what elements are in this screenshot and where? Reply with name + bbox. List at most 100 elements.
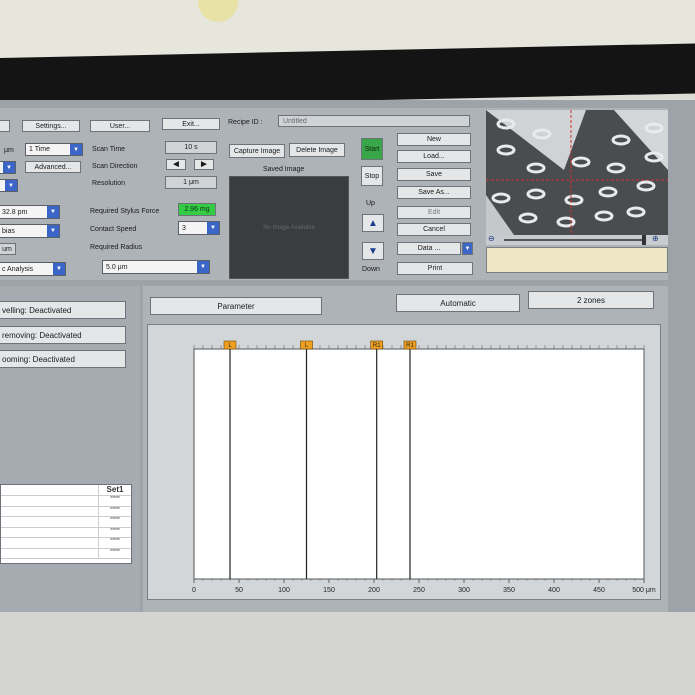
scan-direction-label: Scan Direction xyxy=(92,163,138,170)
chevron-down-icon[interactable]: ▼ xyxy=(47,225,59,237)
load-button[interactable]: Load... xyxy=(397,150,471,163)
data-chevron-down-icon[interactable]: ▼ xyxy=(462,242,473,255)
chevron-down-icon[interactable]: ▼ xyxy=(207,222,219,234)
save-as-button[interactable]: Save As... xyxy=(397,186,471,199)
chevron-down-icon[interactable]: ▼ xyxy=(53,263,65,275)
scan-times-dropdown[interactable]: 1 Time ▼ xyxy=(25,143,83,156)
scan-time-field[interactable]: 10 s xyxy=(165,141,217,154)
analysis-dropdown[interactable]: c Analysis ▼ xyxy=(0,262,66,276)
advanced-button[interactable]: Advanced... xyxy=(25,161,81,173)
partial-dropdown-2[interactable]: ▼ xyxy=(0,179,18,192)
resolution-field[interactable]: 1 μm xyxy=(165,176,217,189)
radius-dropdown[interactable]: 5.0 μm ▼ xyxy=(102,260,210,274)
chevron-down-icon[interactable]: ▼ xyxy=(47,206,59,218)
marker-label: R1 xyxy=(373,343,381,349)
plot-area xyxy=(193,348,645,580)
range-dropdown[interactable]: 32.8 pm ▼ xyxy=(0,205,60,219)
table-cell: ***** xyxy=(110,496,120,502)
monitor-frame-bottom xyxy=(0,612,695,695)
required-force-label: Required Stylus Force xyxy=(90,208,160,215)
profile-chart-frame: 0 50 100 150 200 250 300 350 400 450 500 μm L L R1 R1 xyxy=(147,324,661,600)
x-tick-label: 100 xyxy=(278,587,290,594)
capture-image-button[interactable]: Capture Image xyxy=(229,144,285,158)
levelling-button[interactable]: velling: Deactivated xyxy=(0,301,126,319)
resolution-label: Resolution xyxy=(92,180,126,187)
table-row[interactable]: ***** xyxy=(1,506,131,517)
zoom-track[interactable] xyxy=(504,239,644,241)
contact-speed-value: 3 xyxy=(182,224,186,232)
down-label: Down xyxy=(362,266,380,273)
zoom-in-icon[interactable]: ⊕ xyxy=(652,234,659,243)
zoom-thumb[interactable] xyxy=(642,235,646,245)
analysis-value: c Analysis xyxy=(2,265,34,273)
print-button[interactable]: Print xyxy=(397,262,473,275)
table-row[interactable]: ***** xyxy=(1,538,131,549)
arrow-right-icon[interactable]: ► xyxy=(194,159,214,170)
delete-image-button[interactable]: Delete Image xyxy=(289,143,345,157)
zoom-out-icon[interactable]: ⊖ xyxy=(488,234,495,243)
table-cell: ***** xyxy=(110,527,120,534)
up-arrow-icon[interactable]: ▲ xyxy=(362,214,384,232)
zoom-slider[interactable]: ⊖ ⊕ xyxy=(486,234,668,245)
required-radius-label: Required Radius xyxy=(90,244,143,251)
marker-label: R1 xyxy=(406,343,414,349)
unit-label: μm xyxy=(4,147,14,154)
saved-image-area: No Image Available xyxy=(229,176,349,279)
chevron-down-icon[interactable]: ▼ xyxy=(3,162,15,173)
table-cell: ***** xyxy=(110,548,120,555)
chevron-down-icon[interactable]: ▼ xyxy=(5,180,17,191)
removing-button[interactable]: removing: Deactivated xyxy=(0,326,126,344)
table-row[interactable]: ***** xyxy=(1,548,131,559)
results-table: Set1 ***** ***** ***** ***** ***** ***** xyxy=(0,484,132,564)
profile-value: bias xyxy=(2,227,15,235)
data-button[interactable]: Data ... xyxy=(397,242,461,255)
scan-times-value: 1 Time xyxy=(29,146,51,153)
cancel-button[interactable]: Cancel xyxy=(397,223,471,236)
table-cell: ***** xyxy=(110,538,120,544)
contact-speed-label: Contact Speed xyxy=(90,226,137,233)
x-tick-label: 450 xyxy=(593,587,605,594)
range-value: 32.8 pm xyxy=(2,208,28,216)
start-button[interactable]: Start xyxy=(361,138,383,160)
new-button[interactable]: New xyxy=(397,133,471,146)
table-row[interactable]: ***** xyxy=(1,527,131,538)
x-tick-label: 0 xyxy=(192,587,196,594)
partial-dropdown[interactable]: ▼ xyxy=(0,161,16,174)
user-button[interactable]: User... xyxy=(90,120,150,132)
unit-box[interactable]: um xyxy=(0,243,16,255)
contact-speed-dropdown[interactable]: 3 ▼ xyxy=(178,221,220,235)
profile-dropdown[interactable]: bias ▼ xyxy=(0,224,60,238)
profile-chart[interactable]: 0 50 100 150 200 250 300 350 400 450 500 μmL L R1 R1 xyxy=(148,325,660,599)
arrow-left-icon[interactable]: ◄ xyxy=(166,159,186,170)
required-force-field: 2.96 mg xyxy=(178,203,216,216)
exit-button[interactable]: Exit... xyxy=(162,118,220,130)
table-row[interactable]: ***** xyxy=(1,496,131,507)
partial-button[interactable] xyxy=(0,120,10,132)
table-row[interactable]: ***** xyxy=(1,517,131,528)
zooming-button[interactable]: ooming: Deactivated xyxy=(0,350,126,368)
table-cell: ***** xyxy=(110,517,120,523)
table-header-row: Set1 xyxy=(1,485,131,496)
table-cell xyxy=(1,485,99,495)
edit-button[interactable]: Edit xyxy=(397,206,471,219)
tab-parameter[interactable]: Parameter xyxy=(150,297,322,315)
x-tick-label: 300 xyxy=(458,587,470,594)
chevron-down-icon[interactable]: ▼ xyxy=(197,261,209,273)
saved-image-label: Saved Image xyxy=(263,166,305,173)
down-arrow-icon[interactable]: ▼ xyxy=(362,242,384,260)
x-tick-label: 350 xyxy=(503,587,515,594)
x-tick-label: 500 μm xyxy=(632,587,656,594)
save-button[interactable]: Save xyxy=(397,168,471,181)
stop-button[interactable]: Stop xyxy=(361,166,383,186)
status-box xyxy=(486,247,668,273)
no-image-text: No Image Available xyxy=(263,224,315,231)
settings-button[interactable]: Settings... xyxy=(22,120,80,132)
recipe-id-label: Recipe ID : xyxy=(228,119,263,126)
x-tick-label: 400 xyxy=(548,587,560,594)
camera-view xyxy=(486,110,668,235)
chevron-down-icon[interactable]: ▼ xyxy=(70,144,82,155)
recipe-id-field[interactable]: Untitled xyxy=(278,115,470,127)
tab-zones[interactable]: 2 zones xyxy=(528,291,654,309)
tab-automatic[interactable]: Automatic xyxy=(396,294,520,312)
table-header: Set1 xyxy=(106,485,124,494)
